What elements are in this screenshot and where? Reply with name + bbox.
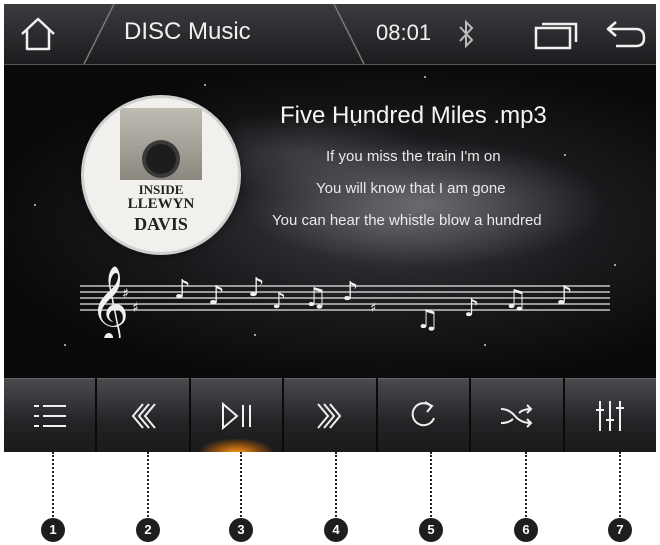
callout-number: 3 xyxy=(229,518,253,542)
note-icon: ♪ xyxy=(464,294,479,322)
note-icon: ♪ xyxy=(248,273,265,303)
fast-forward-button[interactable] xyxy=(284,378,376,452)
album-title-line: LLEWYN xyxy=(127,196,195,212)
note-icon: ♫ xyxy=(504,285,527,315)
sharp-icon: ♯ xyxy=(370,301,376,316)
header-divider xyxy=(333,4,365,64)
play-pause-button[interactable] xyxy=(190,378,283,452)
album-title-line: DAVIS xyxy=(134,214,188,234)
callout-line xyxy=(619,452,621,520)
equalizer-icon xyxy=(596,401,625,431)
rewind-icon xyxy=(131,403,156,429)
repeat-button[interactable] xyxy=(377,378,470,452)
callout-line xyxy=(525,452,527,520)
back-icon xyxy=(606,21,646,48)
callout-number: 6 xyxy=(514,518,538,542)
home-button[interactable] xyxy=(16,14,60,54)
track-title: Five Hundred Miles .mp3 xyxy=(280,102,547,129)
playlist-icon xyxy=(33,405,66,427)
repeat-icon xyxy=(412,401,436,427)
callout-line xyxy=(147,452,149,520)
top-bar: DISC Music 08:01 xyxy=(4,4,656,65)
callout-number: 5 xyxy=(419,518,443,542)
lyric-line: If you miss the train I'm on xyxy=(326,148,501,165)
callout-number: 2 xyxy=(136,518,160,542)
music-screen: DISC Music 08:01 INSIDE LLEWYN DAVIS Fiv… xyxy=(4,4,656,452)
lyric-line: You will know that I am gone xyxy=(316,180,506,197)
callout-line xyxy=(52,452,54,520)
play-pause-icon xyxy=(221,401,251,431)
note-icon: ♪ xyxy=(208,281,225,311)
equalizer-button[interactable] xyxy=(564,378,656,452)
note-icon: ♫ xyxy=(304,283,327,313)
music-staff-decoration: 𝄞 ♯ ♯ ♪ ♪ ♪ ♪ ♫ ♪ ♯ ♫ ♪ ♫ ♪ xyxy=(80,265,610,338)
note-icon: ♪ xyxy=(174,275,191,305)
callout-number: 1 xyxy=(41,518,65,542)
callout-line xyxy=(240,452,242,520)
bluetooth-icon xyxy=(459,19,474,49)
note-icon: ♫ xyxy=(416,305,439,335)
home-icon xyxy=(21,17,55,51)
note-icon: ♪ xyxy=(556,281,573,311)
sharp-icon: ♯ xyxy=(122,286,129,302)
callout-number: 4 xyxy=(324,518,348,542)
window-button[interactable] xyxy=(532,20,582,50)
album-art: INSIDE LLEWYN DAVIS xyxy=(84,98,238,252)
disc-hole xyxy=(146,144,176,174)
fast-forward-icon xyxy=(317,403,342,429)
active-indicator xyxy=(199,439,274,452)
rewind-button[interactable] xyxy=(97,378,189,452)
playlist-button[interactable] xyxy=(4,378,96,452)
callout-line xyxy=(430,452,432,520)
control-bar xyxy=(4,378,656,452)
app-title: DISC Music xyxy=(124,18,251,45)
note-icon: ♪ xyxy=(342,277,359,307)
sharp-icon: ♯ xyxy=(132,300,139,316)
lyric-line: You can hear the whistle blow a hundred xyxy=(272,212,542,229)
shuffle-icon xyxy=(500,404,533,428)
callout-line xyxy=(335,452,337,520)
clock: 08:01 xyxy=(376,20,432,45)
shuffle-button[interactable] xyxy=(471,378,563,452)
back-button[interactable] xyxy=(602,16,648,52)
callout-number: 7 xyxy=(608,518,632,542)
note-icon: ♪ xyxy=(272,289,286,314)
window-icon xyxy=(534,22,578,50)
